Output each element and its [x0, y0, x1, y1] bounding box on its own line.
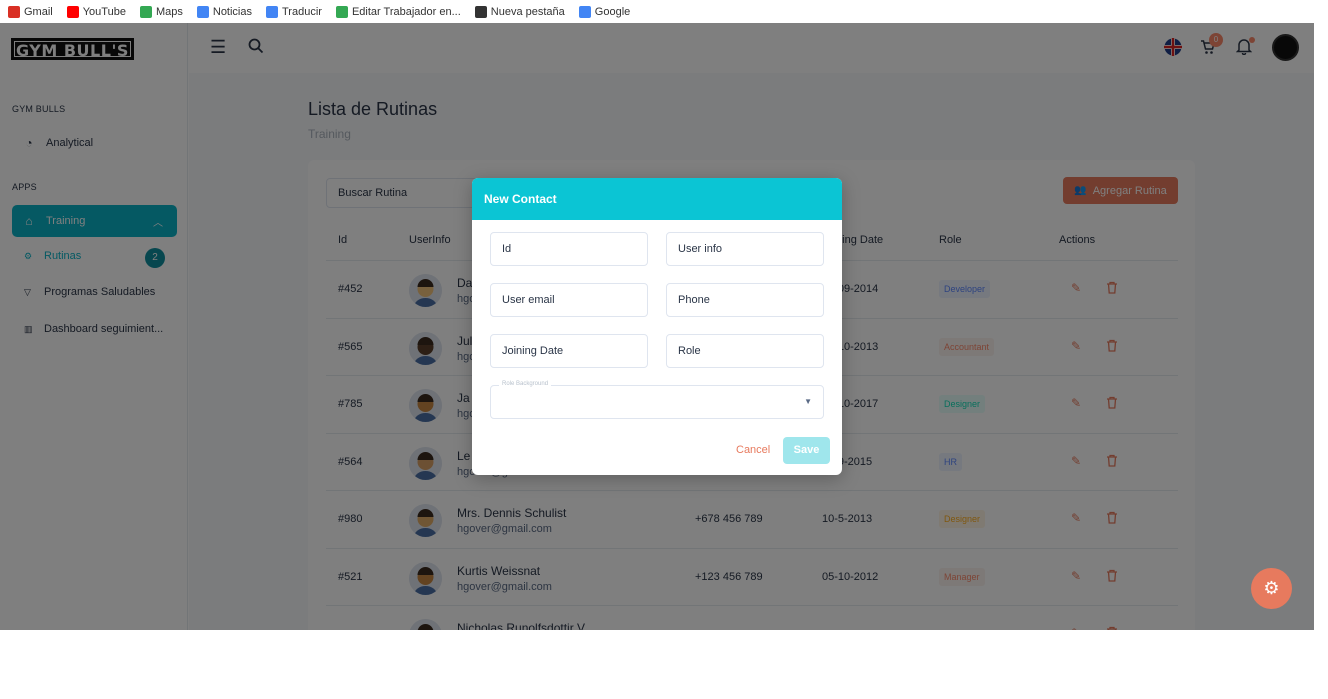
google-icon [578, 5, 591, 18]
news-icon [196, 5, 209, 18]
settings-fab[interactable]: ⚙ [1251, 568, 1292, 609]
role-field[interactable]: Role [666, 334, 824, 368]
bookmarks-bar: Gmail YouTube Maps Noticias Traducir Editar T… [0, 0, 1328, 23]
id-field[interactable]: Id [490, 232, 648, 266]
modal-title: New Contact [472, 178, 842, 220]
bookmark-label: Gmail [24, 5, 53, 18]
gear-icon: ⚙ [1263, 578, 1280, 598]
gmail-icon [8, 5, 20, 18]
phone-field[interactable]: Phone [666, 283, 824, 317]
bookmark-label: Nueva pestaña [490, 5, 565, 18]
joining-date-field[interactable]: Joining Date [490, 334, 648, 368]
cancel-button[interactable]: Cancel [736, 444, 770, 456]
bookmark-1[interactable]: YouTube [66, 5, 126, 18]
bookmark-label: Editar Trabajador en... [351, 5, 461, 18]
bookmark-3[interactable]: Noticias [196, 5, 252, 18]
role-background-select[interactable]: Role Background ▼ [490, 381, 824, 419]
page-icon [335, 5, 348, 18]
translate-icon [266, 5, 278, 18]
bookmark-2[interactable]: Maps [139, 5, 183, 18]
bookmark-6[interactable]: Nueva pestaña [474, 5, 565, 18]
bookmark-7[interactable]: Google [578, 5, 631, 18]
globe-icon [474, 5, 487, 18]
email-field[interactable]: User email [490, 283, 648, 317]
user-info-field[interactable]: User info [666, 232, 824, 266]
save-button[interactable]: Save [783, 437, 830, 464]
maps-icon [139, 5, 152, 18]
caret-down-icon: ▼ [804, 397, 812, 406]
bookmark-4[interactable]: Traducir [266, 5, 322, 18]
youtube-icon [66, 5, 79, 18]
new-contact-modal: New Contact Id User info User email Phon… [472, 178, 842, 475]
role-background-label: Role Background [499, 381, 552, 387]
bookmark-label: Google [594, 5, 631, 18]
bookmark-label: Maps [155, 5, 183, 18]
bookmark-0[interactable]: Gmail [8, 5, 53, 18]
bookmark-label: YouTube [82, 5, 126, 18]
bookmark-label: Traducir [282, 5, 322, 18]
bookmark-label: Noticias [212, 5, 252, 18]
bookmark-5[interactable]: Editar Trabajador en... [335, 5, 461, 18]
